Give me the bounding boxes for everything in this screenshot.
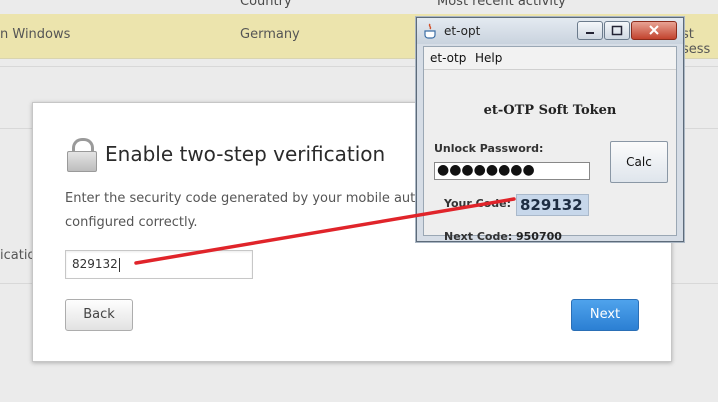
next-code-label: Next Code: bbox=[444, 230, 513, 243]
your-code-value[interactable]: 829132 bbox=[516, 194, 589, 216]
maximize-icon bbox=[611, 25, 623, 36]
security-code-value: 829132 bbox=[72, 257, 118, 271]
your-code-label: Your Code: bbox=[444, 197, 511, 210]
dialog-header: Enable two-step verification bbox=[67, 137, 386, 172]
close-icon bbox=[649, 25, 659, 35]
column-header-activity: Most recent activity bbox=[437, 0, 566, 9]
minimize-icon bbox=[586, 32, 594, 34]
column-header-country: Country bbox=[240, 0, 292, 9]
close-button[interactable] bbox=[631, 21, 677, 40]
minimize-button[interactable] bbox=[577, 21, 603, 40]
unlock-password-field[interactable]: ●●●●●●●● bbox=[434, 162, 590, 180]
text-caret bbox=[118, 257, 120, 272]
device-cell: n Windows bbox=[0, 27, 71, 42]
java-icon bbox=[424, 23, 436, 39]
dialog-description: Enter the security code generated by you… bbox=[65, 187, 445, 235]
otp-heading: et-OTP Soft Token bbox=[483, 103, 617, 118]
dialog-title: Enable two-step verification bbox=[105, 142, 386, 166]
maximize-button[interactable] bbox=[604, 21, 630, 40]
back-button[interactable]: Back bbox=[65, 299, 133, 331]
menu-bar: et-otp Help bbox=[424, 47, 676, 70]
next-code-value: 950700 bbox=[516, 230, 562, 243]
otp-content: et-otp Help et-OTP Soft Token Unlock Pas… bbox=[423, 46, 677, 243]
next-button[interactable]: Next bbox=[571, 299, 639, 331]
security-code-input[interactable]: 829132 bbox=[65, 250, 253, 279]
window-titlebar[interactable]: et-opt bbox=[417, 18, 683, 44]
activity-cell: st sess bbox=[682, 27, 711, 57]
country-cell: Germany bbox=[240, 27, 300, 42]
unlock-password-label: Unlock Password: bbox=[434, 142, 544, 155]
lock-icon bbox=[67, 138, 97, 172]
otp-window: et-opt et-otp Help et-OTP Soft Token Unl… bbox=[416, 17, 684, 243]
table-header: Country Most recent activity bbox=[0, 0, 718, 15]
window-title: et-opt bbox=[444, 24, 481, 38]
calc-button[interactable]: Calc bbox=[610, 141, 668, 183]
menu-help[interactable]: Help bbox=[475, 51, 502, 65]
menu-et-otp[interactable]: et-otp bbox=[430, 51, 466, 65]
description-line-2: configured correctly. bbox=[65, 215, 198, 230]
description-line-1: Enter the security code generated by you… bbox=[65, 191, 445, 206]
